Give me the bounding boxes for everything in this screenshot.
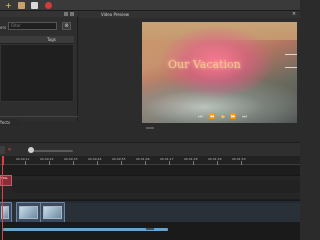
- fast-forward-button[interactable]: ⏩: [229, 113, 238, 121]
- crop-bracket: [285, 54, 297, 68]
- ruler-tick-label: 00:00:33: [64, 157, 78, 161]
- files-list[interactable]: [0, 44, 74, 102]
- close-icon[interactable]: [70, 12, 74, 16]
- transport-controls: ⏮ ⏪ ▶ ⏩ ⏭: [110, 113, 247, 121]
- close-icon[interactable]: ×: [291, 12, 297, 17]
- video-clip[interactable]: [40, 202, 65, 223]
- track-lane[interactable]: [12, 180, 300, 193]
- project-files-panel: ers Filter ⊗ Tags ffects: [0, 11, 78, 126]
- clear-filter-button[interactable]: ⊗: [62, 22, 71, 30]
- tags-column-header[interactable]: Tags: [47, 37, 56, 42]
- timeline-scrollbar[interactable]: [0, 222, 300, 240]
- clip-thumbnail: [19, 206, 38, 219]
- snap-toggle[interactable]: [0, 146, 5, 154]
- rewind-button[interactable]: ⏪: [208, 113, 217, 121]
- video-title-overlay: Our Vacation: [168, 58, 241, 71]
- main-toolbar: +: [0, 0, 300, 11]
- timeline-toolbar: ⏸: [0, 142, 300, 156]
- ruler-tick-label: 00:00:44: [88, 157, 102, 161]
- scrollbar-thumb[interactable]: [3, 228, 168, 231]
- play-button[interactable]: ▶: [219, 113, 228, 121]
- record-icon[interactable]: [45, 2, 52, 9]
- playhead-line[interactable]: [2, 156, 3, 240]
- filter-label: ers: [0, 25, 7, 30]
- razor-icon[interactable]: ⏸: [8, 146, 15, 154]
- jump-start-button[interactable]: ⏮: [196, 113, 205, 121]
- splitter-grip[interactable]: [146, 228, 154, 230]
- float-icon[interactable]: [64, 12, 68, 16]
- ruler-tick-label: 00:00:11: [16, 157, 30, 161]
- add-files-icon[interactable]: +: [5, 2, 12, 10]
- ruler-tick-label: 00:01:28: [184, 157, 198, 161]
- divider: [0, 116, 78, 117]
- tab-effects[interactable]: ffects: [0, 119, 18, 126]
- ruler-tick-label: 00:01:06: [136, 157, 150, 161]
- panel-title-bar: Video Preview ×: [79, 11, 300, 18]
- timeline-ruler[interactable]: 00:00:11 00:00:22 00:00:33 00:00:44 00:00:55…: [0, 156, 300, 165]
- track-row[interactable]: [0, 175, 300, 199]
- panel-title-bar: [0, 11, 78, 17]
- video-clip[interactable]: [16, 202, 41, 223]
- export-icon[interactable]: [31, 2, 38, 9]
- video-preview-panel: Video Preview × Our Vacation: [79, 11, 300, 123]
- preview-title: Video Preview: [101, 12, 130, 17]
- zoom-slider[interactable]: [33, 150, 73, 152]
- splitter-grip[interactable]: [146, 127, 154, 129]
- ruler-tick-label: 00:00:22: [40, 157, 54, 161]
- filter-input[interactable]: Filter: [8, 22, 57, 30]
- import-icon[interactable]: [18, 2, 25, 9]
- files-table-header: Tags: [0, 36, 74, 44]
- ruler-tick-label: 00:01:39: [208, 157, 222, 161]
- video-frame[interactable]: Our Vacation: [142, 22, 297, 123]
- ruler-tick-label: 00:01:17: [160, 157, 174, 161]
- ruler-tick-label: 00:00:55: [112, 157, 126, 161]
- ruler-tick-label: 00:01:50: [232, 157, 246, 161]
- zoom-slider-handle[interactable]: [28, 147, 34, 153]
- clip-thumbnail: [43, 206, 62, 219]
- jump-end-button[interactable]: ⏭: [240, 113, 249, 121]
